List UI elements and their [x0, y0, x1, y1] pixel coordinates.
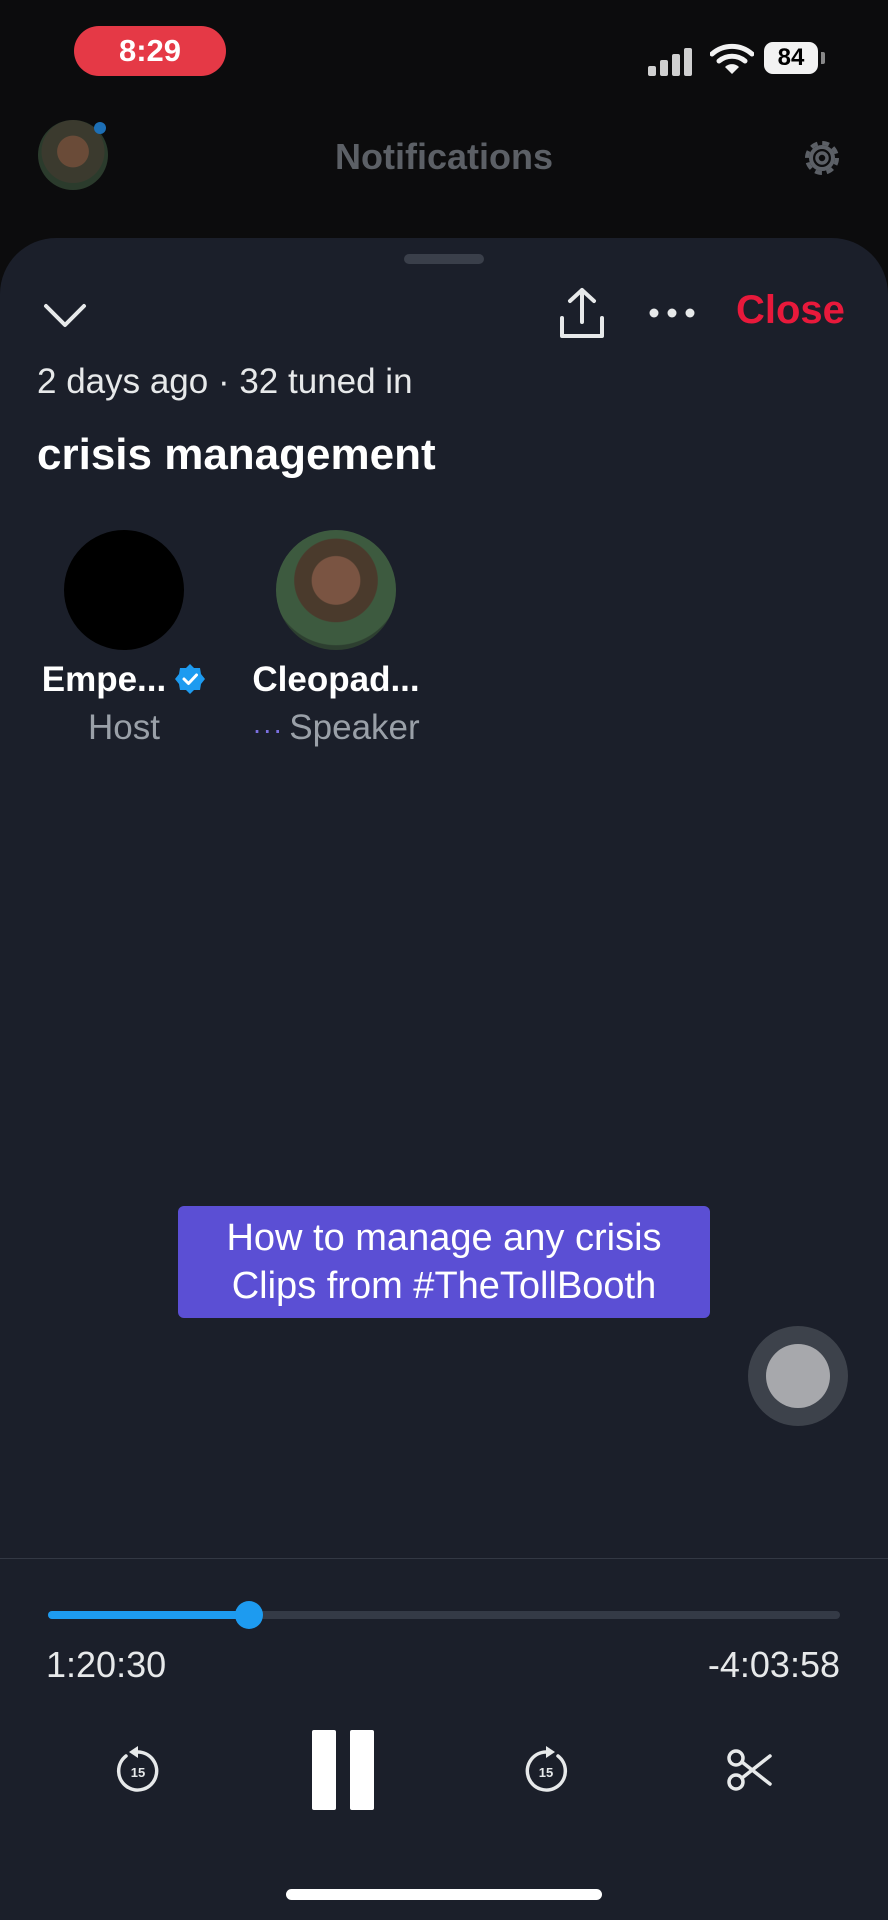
speaking-indicator-icon: ···: [252, 714, 284, 745]
status-bar: 8:29 84: [0, 0, 888, 100]
svg-text:15: 15: [539, 1765, 553, 1780]
participant-role: Host: [88, 708, 160, 747]
sheet-grabber[interactable]: [404, 254, 484, 264]
home-indicator[interactable]: [286, 1889, 602, 1900]
pause-bar: [312, 1730, 336, 1810]
close-button[interactable]: Close: [736, 288, 845, 333]
divider: [0, 1558, 888, 1559]
participant-name: Cleopad...: [252, 660, 420, 699]
participant-speaker[interactable]: Cleopad... ··· Speaker: [236, 530, 436, 748]
battery-tip: [821, 52, 825, 64]
skip-forward-15-icon[interactable]: 15: [522, 1744, 570, 1796]
elapsed-time: 1:20:30: [46, 1644, 167, 1685]
battery-icon: 84: [764, 42, 818, 74]
participant-host[interactable]: Empe... Host: [24, 530, 224, 748]
wifi-icon: [710, 43, 754, 74]
participant-role: ··· Speaker: [252, 708, 420, 747]
progress-fill: [48, 1611, 249, 1619]
background-header: Notifications: [0, 100, 888, 240]
participant-name: Empe...: [24, 660, 224, 700]
chevron-down-icon[interactable]: [40, 290, 90, 340]
space-title: crisis management: [37, 430, 436, 479]
space-meta: 2 days ago · 32 tuned in: [37, 362, 413, 401]
clip-caption: How to manage any crisis Clips from #The…: [178, 1206, 710, 1318]
progress-slider[interactable]: [48, 1601, 840, 1629]
share-icon[interactable]: [556, 286, 608, 342]
signal-icon: [648, 44, 696, 76]
caption-line: How to manage any crisis: [226, 1217, 662, 1259]
caption-line: Clips from #TheTollBooth: [231, 1265, 657, 1307]
avatar: [64, 530, 184, 650]
svg-text:15: 15: [131, 1765, 145, 1780]
avatar: [276, 530, 396, 650]
more-icon[interactable]: [646, 298, 698, 328]
remaining-time: -4:03:58: [707, 1644, 840, 1685]
gear-icon[interactable]: [798, 134, 846, 182]
status-time[interactable]: 8:29: [74, 26, 226, 76]
scissors-icon[interactable]: [726, 1748, 774, 1792]
progress-thumb[interactable]: [235, 1601, 263, 1629]
assistive-touch-inner: [766, 1344, 830, 1408]
page-title: Notifications: [334, 136, 553, 177]
skip-back-15-icon[interactable]: 15: [114, 1744, 162, 1796]
notification-dot: [94, 122, 106, 134]
verified-icon: [175, 664, 206, 694]
pause-bar: [350, 1730, 374, 1810]
assistive-touch-button[interactable]: [748, 1326, 848, 1426]
pause-button[interactable]: [308, 1730, 378, 1810]
